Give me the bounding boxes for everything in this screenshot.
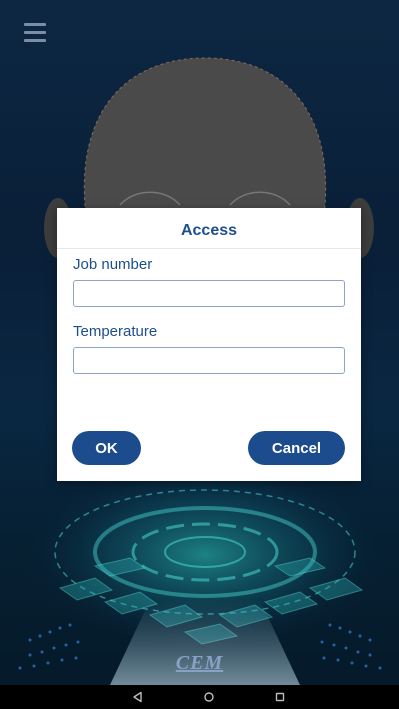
ok-button[interactable]: OK [72, 431, 141, 465]
dialog-title: Access [180, 222, 238, 239]
temperature-input[interactable] [73, 347, 345, 374]
app-screen: CEM Access Job number Temperature OK Can… [0, 0, 399, 685]
back-triangle-icon[interactable] [131, 690, 145, 704]
dialog-divider [57, 248, 361, 249]
home-circle-icon[interactable] [202, 690, 216, 704]
job-number-label: Job number [73, 256, 153, 273]
recent-apps-square-icon[interactable] [273, 690, 287, 704]
access-dialog: Access Job number Temperature OK Cancel [57, 208, 361, 481]
brand-logo: CEM [175, 652, 224, 674]
hamburger-menu-icon[interactable] [24, 23, 46, 42]
temperature-label: Temperature [73, 323, 158, 340]
job-number-input[interactable] [73, 280, 345, 307]
android-nav-bar [0, 685, 399, 709]
cancel-button[interactable]: Cancel [248, 431, 345, 465]
